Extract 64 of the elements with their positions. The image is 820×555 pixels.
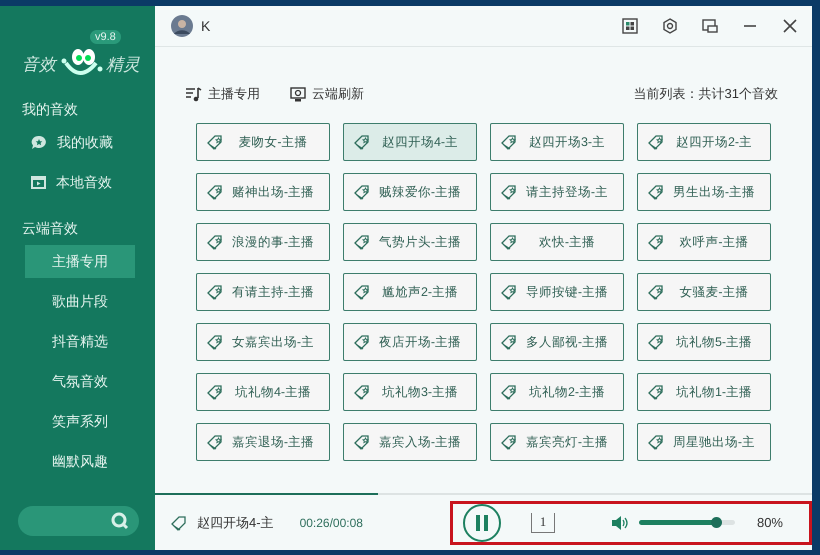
search-field[interactable] xyxy=(18,506,139,536)
sound-button[interactable]: 欢快-主播 xyxy=(490,223,624,261)
skin-icon[interactable] xyxy=(622,18,638,34)
repeat-button[interactable]: 1 xyxy=(531,512,555,532)
sidebar-item[interactable]: 本地音效 xyxy=(25,166,135,199)
sidebar-item[interactable]: 笑声系列 xyxy=(25,405,135,438)
settings-icon[interactable] xyxy=(662,18,678,34)
sound-button[interactable]: 坑礼物5-主播 xyxy=(637,323,771,361)
playback-time: 00:26/00:08 xyxy=(300,516,363,530)
sound-button[interactable]: 导师按键-主播 xyxy=(490,273,624,311)
volume-icon[interactable] xyxy=(610,514,629,530)
sound-button[interactable]: 嘉宾退场-主播 xyxy=(196,423,330,461)
volume-slider[interactable] xyxy=(638,520,735,525)
sound-button[interactable]: 有请主持-主播 xyxy=(196,273,330,311)
star-bubble-icon xyxy=(31,135,47,150)
volume-value: 80% xyxy=(756,515,783,530)
close-icon[interactable] xyxy=(782,18,798,34)
sidebar-item[interactable]: 幽默风趣 xyxy=(25,445,135,478)
section-heading: 云端音效 xyxy=(21,220,79,238)
sound-button[interactable]: 男生出场-主播 xyxy=(637,173,771,211)
pause-icon xyxy=(474,514,490,532)
category-button[interactable]: 主播专用 xyxy=(185,85,260,103)
sound-button[interactable]: 坑礼物1-主播 xyxy=(637,373,771,411)
slider-thumb[interactable] xyxy=(710,517,722,528)
user-name: K xyxy=(201,18,210,34)
sound-button[interactable]: 女骚麦-主播 xyxy=(637,273,771,311)
sound-button[interactable]: 浪漫的事-主播 xyxy=(196,223,330,261)
logo-text: 音效 xyxy=(22,54,56,76)
sound-button[interactable]: 坑礼物3-主播 xyxy=(343,373,477,411)
music-list-icon xyxy=(185,86,202,102)
list-summary: 当前列表：共计31个音效 xyxy=(634,85,778,103)
sound-button[interactable]: 嘉宾亮灯-主播 xyxy=(490,423,624,461)
version-badge: v9.8 xyxy=(90,30,121,44)
sidebar-item[interactable]: 气氛音效 xyxy=(25,365,135,398)
sidebar-item[interactable]: 抖音精选 xyxy=(25,325,135,358)
pause-button[interactable] xyxy=(463,504,501,542)
sound-button[interactable]: 嘉宾入场-主播 xyxy=(343,423,477,461)
sound-button[interactable]: 欢呼声-主播 xyxy=(637,223,771,261)
section-heading: 我的音效 xyxy=(21,101,79,119)
sidebar-item[interactable]: 我的收藏 xyxy=(25,126,135,159)
sound-button[interactable]: 赵四开场3-主 xyxy=(490,123,624,161)
sound-button[interactable]: 请主持登场-主 xyxy=(490,173,624,211)
sound-button[interactable]: 夜店开场-主播 xyxy=(343,323,477,361)
sound-button[interactable]: 麦吻女-主播 xyxy=(196,123,330,161)
sound-button[interactable]: 多人鄙视-主播 xyxy=(490,323,624,361)
sidebar-item[interactable]: 歌曲片段 xyxy=(25,285,135,318)
monitor-refresh-icon xyxy=(290,86,306,102)
avatar[interactable] xyxy=(171,15,193,37)
sound-button[interactable]: 赌神出场-主播 xyxy=(196,173,330,211)
sound-button[interactable]: 贼辣爱你-主播 xyxy=(343,173,477,211)
sound-button[interactable]: 尴尬声2-主播 xyxy=(343,273,477,311)
refresh-button[interactable]: 云端刷新 xyxy=(290,85,364,103)
sound-button[interactable]: 坑礼物4-主播 xyxy=(196,373,330,411)
sound-button[interactable]: 坑礼物2-主播 xyxy=(490,373,624,411)
search-icon[interactable] xyxy=(111,512,129,530)
sound-button[interactable]: 周星驰出场-主 xyxy=(637,423,771,461)
logo-text: 精灵 xyxy=(106,54,140,76)
video-window-icon xyxy=(31,176,46,189)
sound-button[interactable]: 气势片头-主播 xyxy=(343,223,477,261)
sound-button[interactable]: 女嘉宾出场-主 xyxy=(196,323,330,361)
sound-button[interactable]: 赵四开场2-主 xyxy=(637,123,771,161)
mini-mode-icon[interactable] xyxy=(702,18,718,34)
now-playing-title: 赵四开场4-主 xyxy=(197,514,274,532)
sound-button[interactable]: 赵四开场4-主 xyxy=(343,123,477,161)
